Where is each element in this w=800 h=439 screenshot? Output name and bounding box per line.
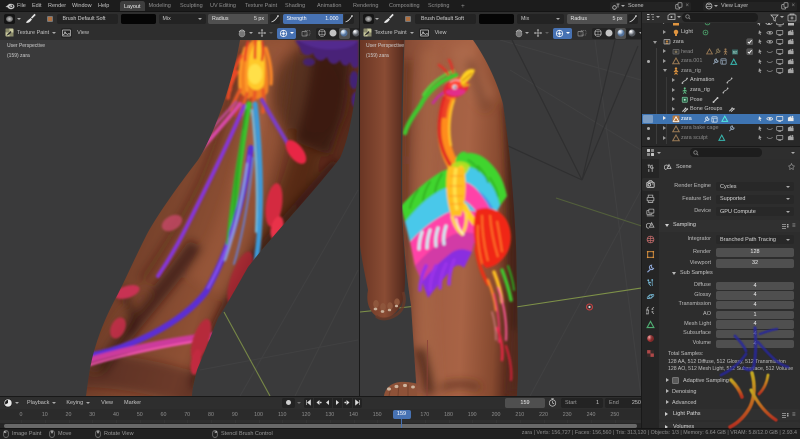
svg-text:62: 62	[733, 50, 737, 54]
